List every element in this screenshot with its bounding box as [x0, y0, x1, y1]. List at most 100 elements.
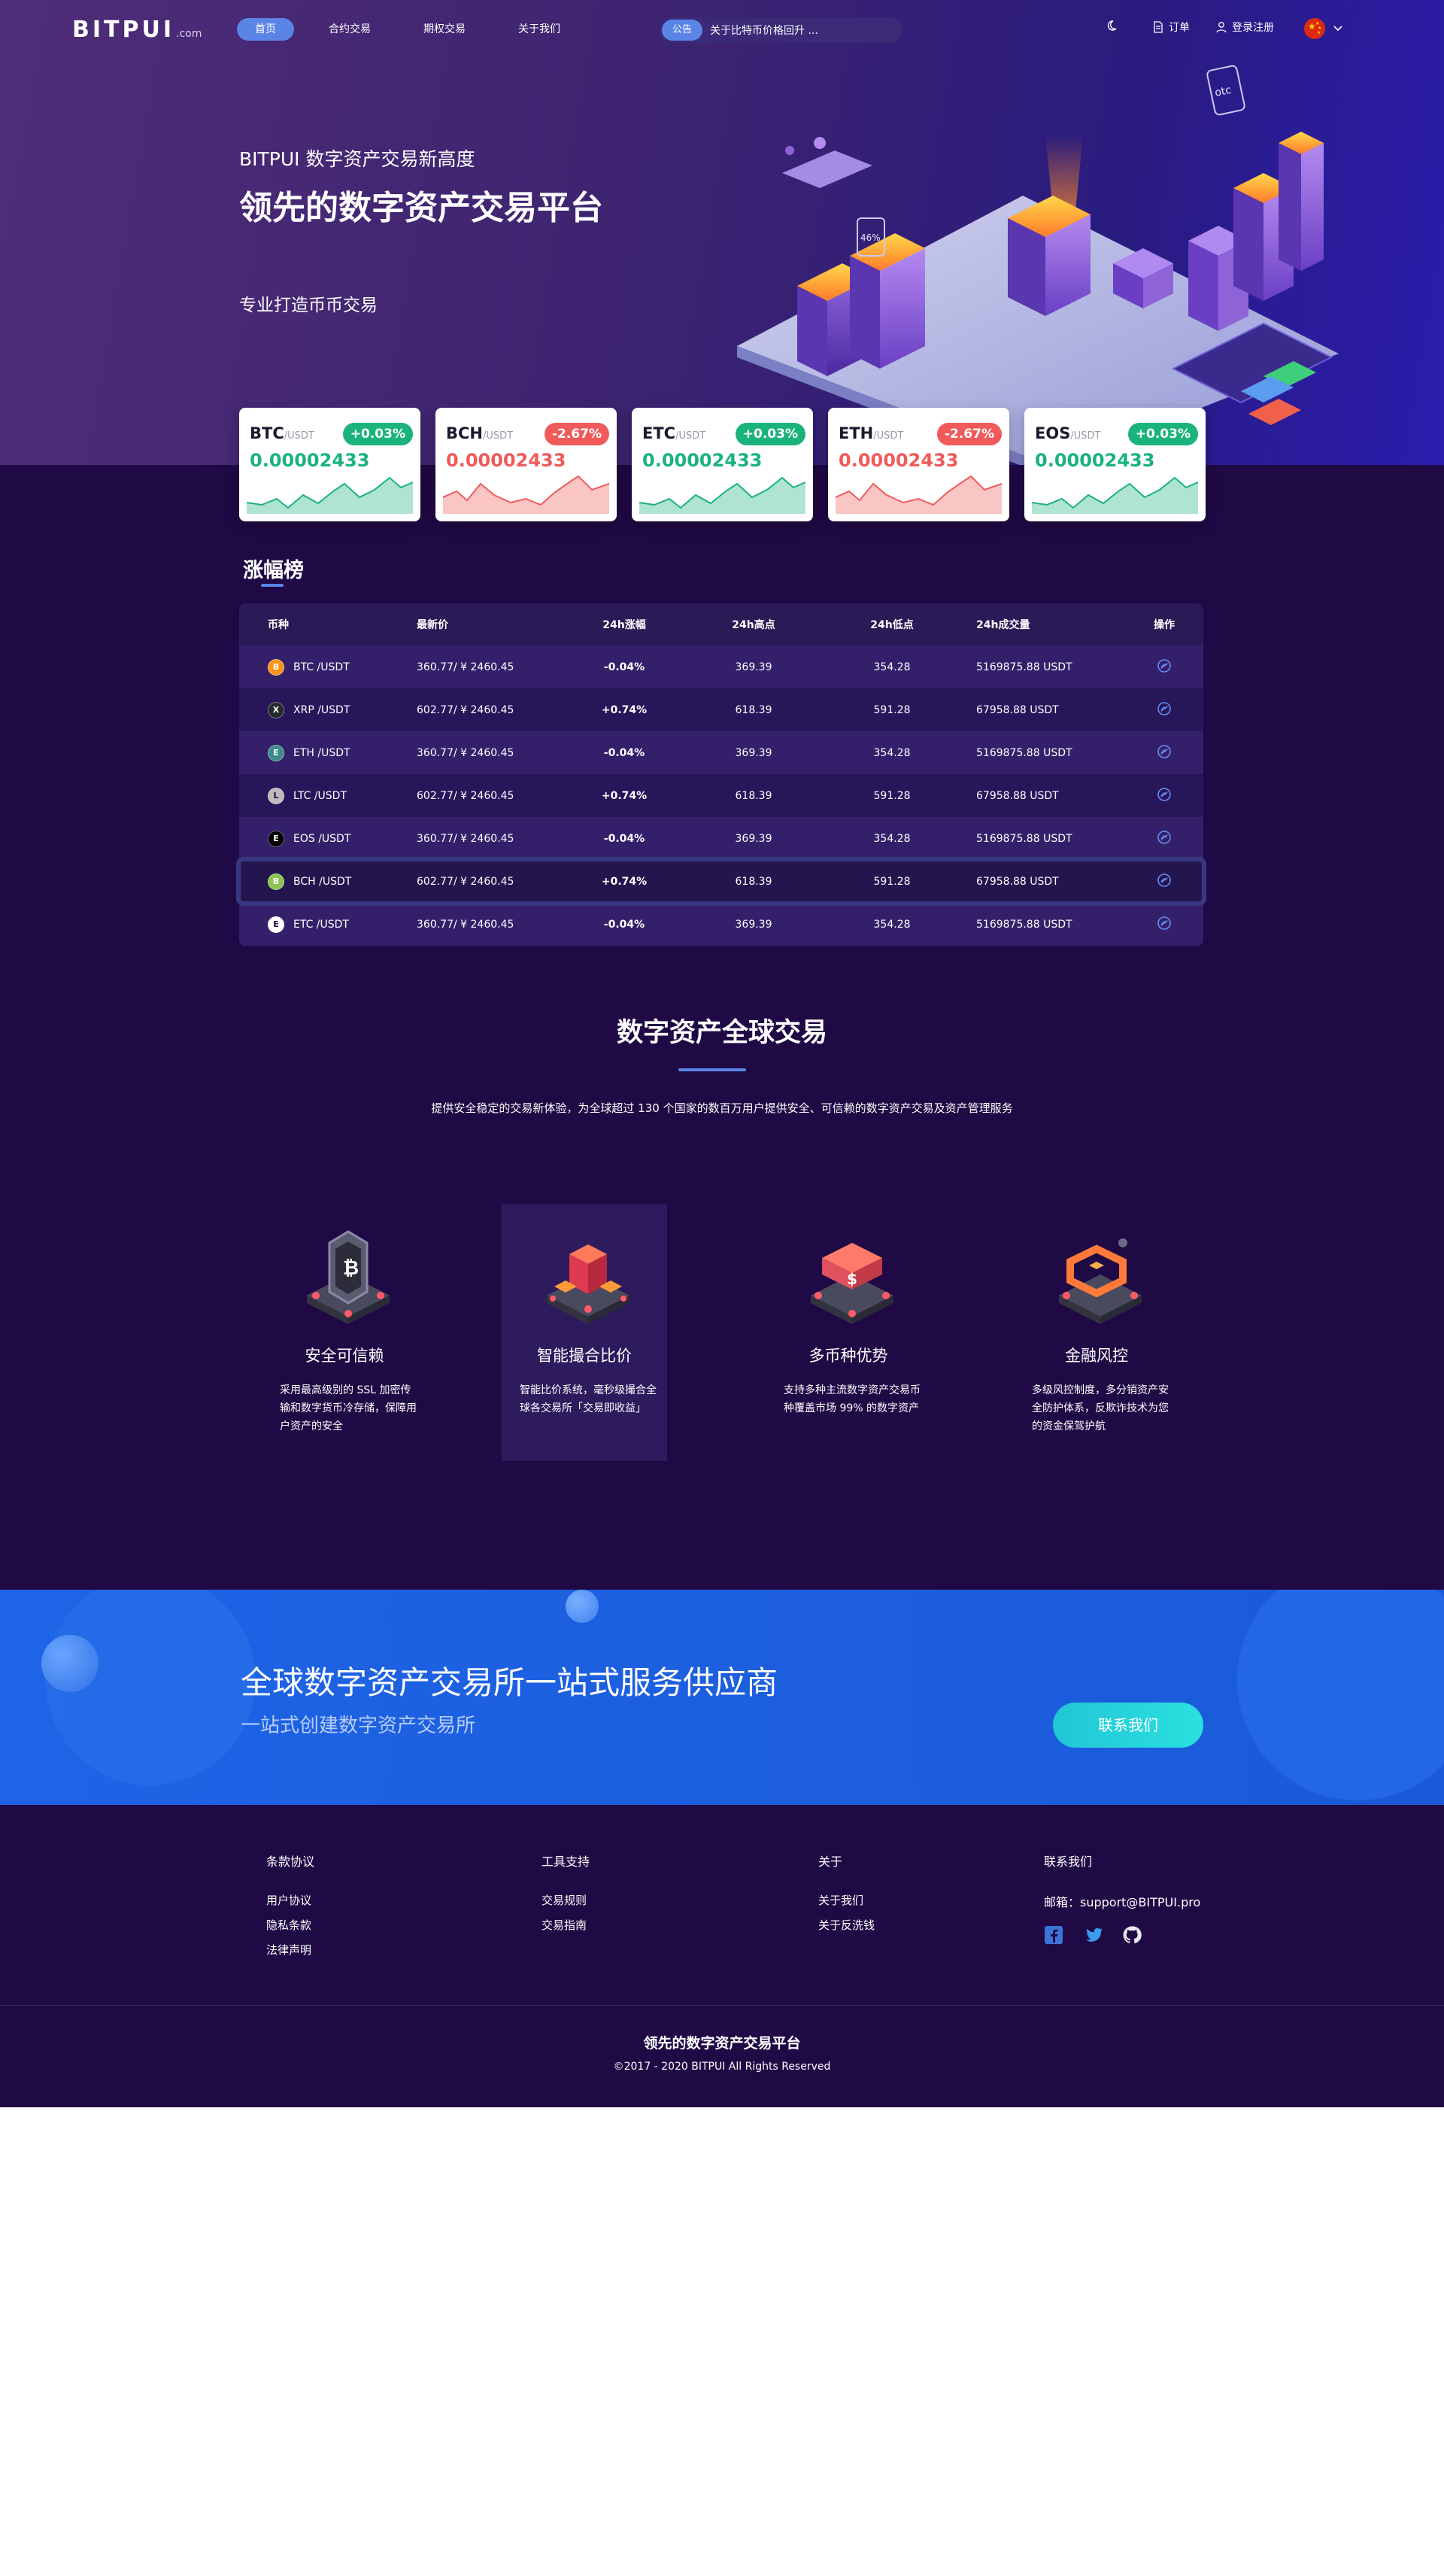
cell-change: +0.74%: [601, 875, 648, 888]
cell-change: +0.74%: [601, 789, 648, 802]
feature-card-matching[interactable]: 智能撮合比价 智能比价系统，毫秒级撮合全球各交易所「交易即收益」: [502, 1204, 667, 1461]
cell-price: 360.77/ ¥ 2460.45: [417, 661, 514, 673]
feature-card-multicurrency[interactable]: $ 多币种优势 支持多种主流数字资产交易币种覆盖市场 99% 的数字资产: [766, 1204, 931, 1461]
cell-pair: X XRP /USDT: [239, 701, 417, 718]
ticker-symbol: EOS/USDT: [1035, 424, 1101, 442]
global-section-title: 数字资产全球交易: [616, 1018, 827, 1048]
cta-subtitle: 一站式创建数字资产交易所: [241, 1715, 476, 1737]
footer-link-about-us[interactable]: 关于我们: [818, 1892, 875, 1908]
feature-card-security[interactable]: ₿ 安全可信赖 采用最高级别的 SSL 加密传输和数字货币冷存储，保障用户资产的…: [262, 1204, 427, 1461]
ticker-sparkline: [247, 476, 413, 514]
footer-link-user-agreement[interactable]: 用户协议: [266, 1892, 314, 1908]
cell-change: -0.04%: [603, 832, 645, 845]
hero-kicker: BITPUI 数字资产交易新高度: [239, 148, 475, 170]
nav-item-home[interactable]: 首页: [237, 18, 294, 41]
ranking-title-underline: [261, 584, 284, 587]
ticker-sparkline: [836, 475, 1002, 514]
ticker-card-eth[interactable]: ETH/USDT -2.67% 0.00002433: [828, 408, 1009, 521]
cell-action: [1125, 916, 1203, 934]
ticker-symbol: BTC/USDT: [250, 424, 314, 442]
table-row[interactable]: L LTC /USDT 602.77/ ¥ 2460.45 +0.74% 618.39 5…: [239, 774, 1203, 817]
feature-card-risk-control[interactable]: 金融风控 多级风控制度，多分销资产安全防护体系，反欺诈技术为您的资金保驾护航: [1014, 1204, 1179, 1461]
table-row[interactable]: E ETC /USDT 360.77/ ¥ 2460.45 -0.04% 369.39 3…: [239, 903, 1203, 946]
footer-link-legal[interactable]: 法律声明: [266, 1942, 314, 1958]
decorative-circle: [41, 1635, 99, 1692]
trade-icon[interactable]: [1157, 830, 1172, 845]
cell-high: 369.39: [735, 918, 772, 931]
table-row[interactable]: E ETH /USDT 360.77/ ¥ 2460.45 -0.04% 369.39 3…: [239, 731, 1203, 774]
logo[interactable]: BITPUI .com: [72, 17, 202, 44]
pair-label: XRP /USDT: [293, 703, 350, 716]
header-high: 24h高点: [732, 619, 775, 631]
login-register-link[interactable]: 登录注册: [1215, 20, 1274, 35]
ticker-card-etc[interactable]: ETC/USDT +0.03% 0.00002433: [632, 408, 813, 521]
footer-link-trade-guide[interactable]: 交易指南: [542, 1917, 590, 1933]
contact-us-button[interactable]: 联系我们: [1053, 1703, 1203, 1748]
shield-block-icon: ₿: [307, 1230, 390, 1324]
ticker-change-badge: +0.03%: [735, 423, 805, 445]
pair-label: ETH /USDT: [293, 746, 350, 759]
cell-volume: 5169875.88 USDT: [976, 746, 1072, 759]
table-row[interactable]: B BCH /USDT 602.77/ ¥ 2460.45 +0.74% 618.39 5…: [236, 857, 1206, 906]
pair-label: LTC /USDT: [293, 789, 347, 802]
ticker-card-btc[interactable]: BTC/USDT +0.03% 0.00002433: [239, 408, 420, 521]
risk-control-icon: [1059, 1238, 1142, 1324]
announcement-bar[interactable]: 公告 关于比特币价格回升 ...: [659, 17, 902, 43]
orders-link[interactable]: 订单: [1152, 20, 1190, 35]
nav-item-contract[interactable]: 合约交易: [311, 18, 389, 41]
table-header: 币种 最新价 24h涨幅 24h高点 24h低点 24h成交量 操作: [239, 603, 1203, 646]
footer-email[interactable]: 邮箱：support@BITPUI.pro: [1044, 1892, 1200, 1910]
cell-low: 354.28: [873, 918, 911, 931]
footer-copyright: ©2017 - 2020 BITPUI All Rights Reserved: [613, 2061, 831, 2073]
table-row[interactable]: X XRP /USDT 602.77/ ¥ 2460.45 +0.74% 618.39 5…: [239, 688, 1203, 731]
cell-volume: 5169875.88 USDT: [976, 832, 1072, 845]
cell-low: 354.28: [873, 746, 911, 759]
isometric-exchange-illustration: otc 46%: [737, 65, 1339, 465]
twitter-icon[interactable]: [1083, 1925, 1103, 1945]
hero-section: BITPUI .com 首页 合约交易 期权交易 关于我们 公告 关于比特币价格…: [0, 0, 1444, 465]
cta-title: 全球数字资产交易所一站式服务供应商: [241, 1664, 778, 1701]
ticker-card-eos[interactable]: EOS/USDT +0.03% 0.00002433: [1024, 408, 1206, 521]
facebook-icon[interactable]: [1044, 1925, 1063, 1945]
feature-desc: 智能比价系统，毫秒级撮合全球各交易所「交易即收益」: [520, 1384, 657, 1414]
ticker-change-badge: +0.03%: [342, 423, 413, 445]
china-flag-icon[interactable]: ★ ★ ★ ★: [1304, 18, 1325, 39]
btc-icon: B: [268, 658, 284, 676]
footer-link-trade-rules[interactable]: 交易规则: [542, 1892, 590, 1908]
announcement-text[interactable]: 关于比特币价格回升 ...: [710, 23, 818, 38]
table-row[interactable]: B BTC /USDT 360.77/ ¥ 2460.45 -0.04% 369.39 3…: [239, 646, 1203, 688]
chevron-down-icon[interactable]: [1331, 21, 1345, 35]
user-icon: [1216, 22, 1227, 33]
decorative-circle: [566, 1590, 599, 1623]
trade-icon[interactable]: [1157, 744, 1172, 759]
footer-col-terms: 条款协议 用户协议 隐私条款 法律声明: [266, 1852, 314, 1967]
trade-icon[interactable]: [1157, 787, 1172, 802]
ranking-table: 币种 最新价 24h涨幅 24h高点 24h低点 24h成交量 操作 B BTC …: [236, 603, 1206, 946]
trade-icon[interactable]: [1157, 658, 1172, 673]
trade-icon[interactable]: [1157, 701, 1172, 716]
ticker-change-badge: -2.67%: [936, 423, 1002, 445]
trade-icon[interactable]: [1157, 873, 1172, 888]
footer-brand: 领先的数字资产交易平台: [643, 2035, 801, 2052]
header-action: 操作: [1154, 619, 1175, 631]
footer-col-about: 关于 关于我们 关于反洗钱: [818, 1852, 875, 1942]
nav-item-about[interactable]: 关于我们: [500, 18, 578, 41]
ticker-sparkline: [443, 475, 609, 514]
nav-item-options[interactable]: 期权交易: [405, 18, 484, 41]
cell-low: 354.28: [873, 832, 911, 845]
footer-link-aml[interactable]: 关于反洗钱: [818, 1917, 875, 1933]
trade-icon[interactable]: [1157, 916, 1172, 931]
cell-pair: L LTC /USDT: [239, 787, 417, 804]
table-row[interactable]: E EOS /USDT 360.77/ ¥ 2460.45 -0.04% 369.39 3…: [239, 817, 1203, 860]
footer-col-contact: 联系我们 邮箱：support@BITPUI.pro: [1044, 1852, 1200, 1945]
ticker-symbol: ETC/USDT: [642, 424, 706, 442]
footer-heading: 联系我们: [1044, 1855, 1093, 1869]
ticker-sparkline: [639, 476, 805, 514]
svg-text:46%: 46%: [860, 232, 881, 243]
github-icon[interactable]: [1122, 1925, 1142, 1945]
feature-title: 多币种优势: [808, 1347, 888, 1365]
ticker-card-bch[interactable]: BCH/USDT -2.67% 0.00002433: [435, 408, 617, 521]
footer-link-privacy[interactable]: 隐私条款: [266, 1917, 314, 1933]
theme-toggle[interactable]: [1106, 20, 1118, 32]
hero-title: 领先的数字资产交易平台: [239, 189, 603, 227]
